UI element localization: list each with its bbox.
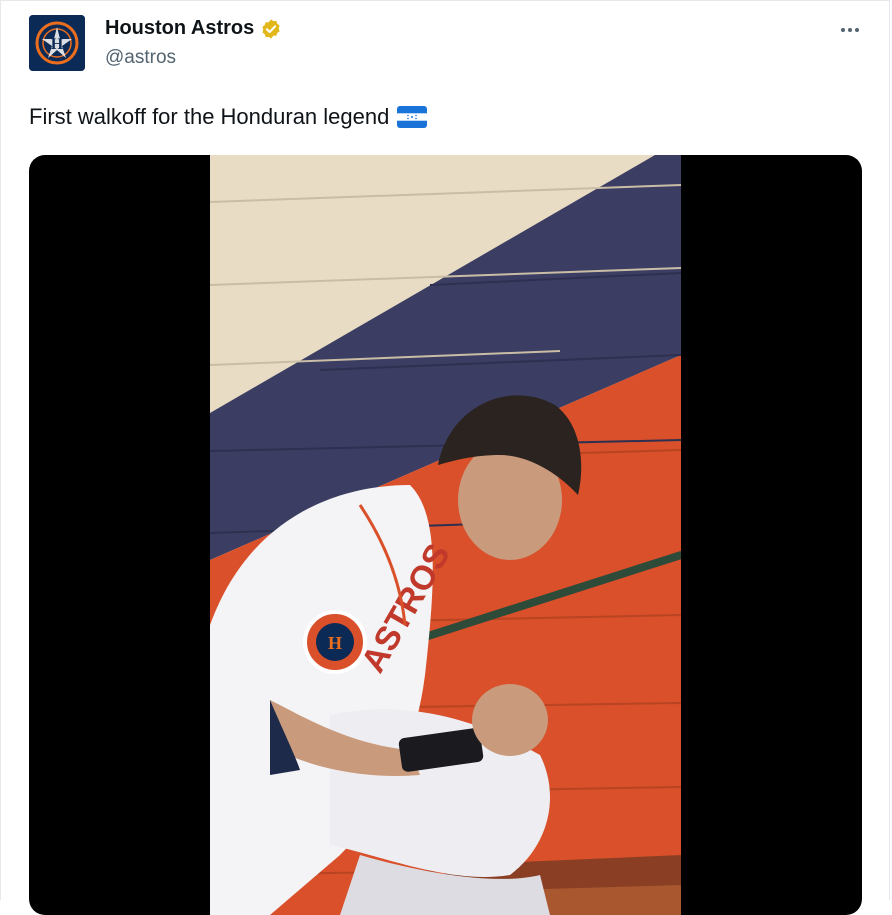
author-handle[interactable]: @astros: [105, 47, 176, 69]
more-dot-icon: [848, 28, 852, 32]
more-dot-icon: [841, 28, 845, 32]
tweet-text: First walkoff for the Honduran legend: [29, 104, 390, 129]
honduras-flag-icon: [397, 106, 428, 128]
svg-text:H: H: [328, 633, 342, 653]
author-name-row: Houston Astros: [105, 17, 282, 40]
astros-logo-avatar[interactable]: H: [29, 15, 85, 71]
display-name[interactable]: Houston Astros: [105, 17, 254, 40]
astros-logo-icon: H: [29, 15, 85, 71]
video-still-image: H ASTROS: [210, 155, 681, 915]
more-dot-icon: [855, 28, 859, 32]
tweet-card[interactable]: H Houston Astros @astros First walkoff f…: [0, 0, 890, 915]
video-media[interactable]: H ASTROS: [29, 155, 862, 915]
svg-text:H: H: [51, 36, 64, 53]
tweet-text-row: First walkoff for the Honduran legend: [29, 104, 428, 130]
verified-badge-icon: [262, 18, 280, 39]
more-options-button[interactable]: [835, 15, 865, 45]
video-frame[interactable]: H ASTROS: [210, 155, 681, 915]
